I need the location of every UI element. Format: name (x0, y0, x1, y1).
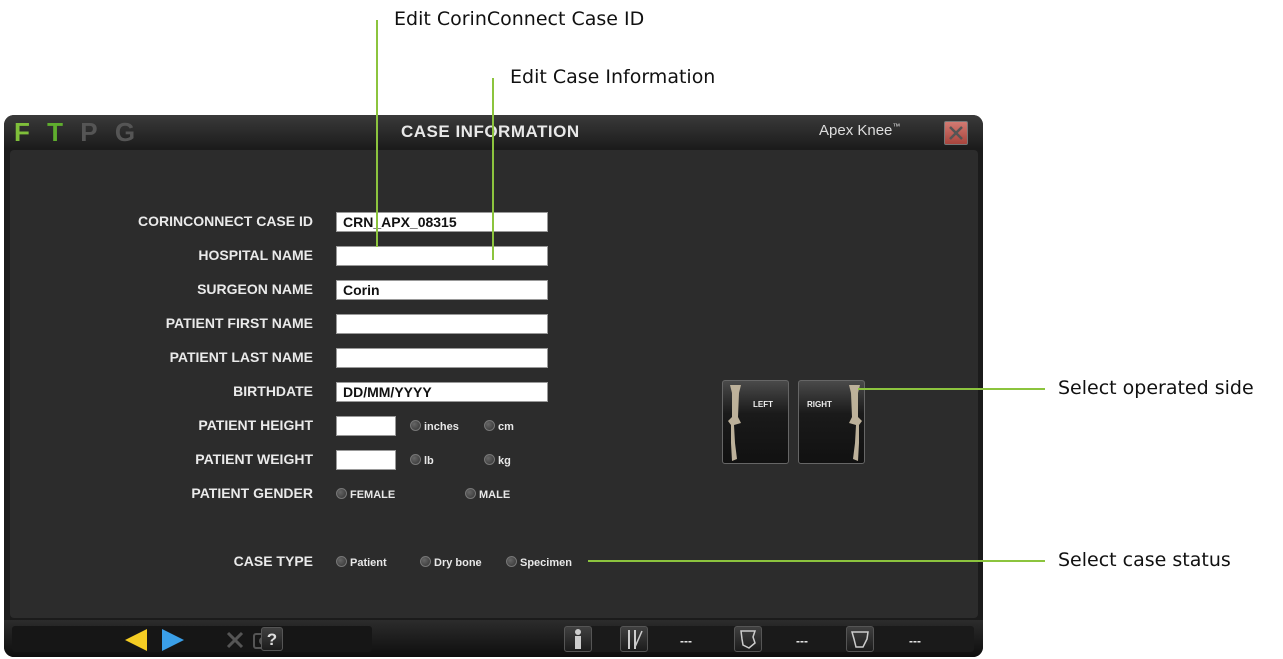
logo-letter-g: G (114, 117, 141, 147)
form-panel: CORINCONNECT CASE ID CRN_APX_08315 HOSPI… (10, 150, 978, 618)
female-label: FEMALE (350, 489, 396, 501)
height-unit-cm[interactable]: cm (484, 420, 514, 433)
page-title: CASE INFORMATION (401, 122, 580, 141)
radio-kg-icon (484, 454, 495, 465)
leg-alignment-icon (628, 630, 643, 649)
case-type-dry-bone[interactable]: Dry bone (420, 556, 482, 569)
patient-gender-label: PATIENT GENDER (191, 485, 313, 501)
back-arrow-button[interactable] (121, 627, 151, 653)
callout-select-case-status: Select case status (1058, 549, 1231, 571)
left-label: LEFT (753, 400, 773, 409)
radio-female-icon (336, 488, 347, 499)
next-arrow-button[interactable] (158, 627, 188, 653)
radio-specimen-icon (506, 556, 517, 567)
radio-inches-icon (410, 420, 421, 431)
callout-select-operated-side: Select operated side (1058, 377, 1254, 399)
tibia-icon (851, 631, 869, 648)
height-unit-inches[interactable]: inches (410, 420, 459, 433)
gender-female[interactable]: FEMALE (336, 488, 395, 501)
radio-patient-icon (336, 556, 347, 567)
case-id-label: CORINCONNECT CASE ID (137, 213, 313, 229)
brand-name: Apex Knee™ (819, 122, 900, 139)
alignment-value: --- (680, 634, 692, 648)
person-icon (575, 629, 581, 649)
gender-male[interactable]: MALE (465, 488, 510, 501)
alignment-view-button[interactable] (620, 626, 648, 652)
logo-letter-f: F (14, 117, 35, 147)
leader-line-case-id (376, 20, 378, 247)
tibia-value: --- (909, 634, 921, 648)
left-side-button[interactable]: LEFT (722, 380, 789, 464)
logo-letter-t: T (47, 117, 69, 147)
bottom-left-segment (12, 626, 372, 652)
radio-cm-icon (484, 420, 495, 431)
radio-dry-bone-icon (420, 556, 431, 567)
patient-height-label: PATIENT HEIGHT (198, 417, 313, 433)
birthdate-field[interactable]: DD/MM/YYYY (336, 382, 548, 402)
right-side-button[interactable]: RIGHT (798, 380, 865, 464)
leader-line-case-info (492, 78, 494, 260)
patient-first-name-field[interactable] (336, 314, 548, 334)
inches-label: inches (424, 421, 459, 433)
male-label: MALE (479, 489, 511, 501)
brand-text: Apex Knee (819, 122, 893, 139)
kg-label: kg (498, 455, 511, 467)
case-id-field[interactable]: CRN_APX_08315 (336, 212, 548, 232)
specimen-label: Specimen (520, 557, 572, 569)
hospital-name-label: HOSPITAL NAME (198, 247, 313, 263)
radio-male-icon (465, 488, 476, 499)
lb-label: lb (424, 455, 434, 467)
close-button[interactable] (944, 121, 968, 145)
hospital-name-field[interactable] (336, 246, 548, 266)
patient-height-field[interactable] (336, 416, 396, 436)
cm-label: cm (498, 421, 514, 433)
patient-last-name-field[interactable] (336, 348, 548, 368)
left-leg-bone-icon (728, 385, 741, 461)
femur-view-button[interactable] (734, 626, 762, 652)
dry-bone-label: Dry bone (434, 557, 482, 569)
case-type-specimen[interactable]: Specimen (506, 556, 572, 569)
surgeon-name-label: SURGEON NAME (197, 281, 313, 297)
bottom-toolbar: ? --- --- --- (4, 620, 983, 657)
surgeon-name-field[interactable]: Corin (336, 280, 548, 300)
birthdate-label: BIRTHDATE (233, 383, 313, 399)
close-icon (949, 126, 963, 140)
weight-unit-kg[interactable]: kg (484, 454, 511, 467)
patient-weight-label: PATIENT WEIGHT (195, 451, 313, 467)
weight-unit-lb[interactable]: lb (410, 454, 434, 467)
leader-line-operated-side (858, 388, 1045, 390)
logo-letter-p: P (80, 117, 103, 147)
ftpg-logo: F T P G (14, 117, 140, 148)
patient-view-button[interactable] (564, 626, 592, 652)
brand-trademark: ™ (892, 122, 901, 131)
leader-line-case-status (588, 560, 1045, 562)
right-leg-bone-icon (849, 385, 862, 461)
callout-edit-case-information: Edit Case Information (510, 66, 716, 88)
case-type-label: CASE TYPE (233, 553, 313, 569)
femur-value: --- (796, 634, 808, 648)
help-button[interactable]: ? (261, 627, 283, 651)
patient-first-name-label: PATIENT FIRST NAME (165, 315, 313, 331)
patient-label: Patient (350, 557, 387, 569)
patient-weight-field[interactable] (336, 450, 396, 470)
femur-icon (740, 630, 757, 649)
case-type-patient[interactable]: Patient (336, 556, 387, 569)
callout-edit-case-id: Edit CorinConnect Case ID (394, 8, 645, 30)
patient-last-name-label: PATIENT LAST NAME (169, 349, 313, 365)
right-label: RIGHT (807, 400, 832, 409)
radio-lb-icon (410, 454, 421, 465)
help-label: ? (266, 630, 278, 649)
tools-icon[interactable] (224, 629, 248, 651)
tibia-view-button[interactable] (846, 626, 874, 652)
